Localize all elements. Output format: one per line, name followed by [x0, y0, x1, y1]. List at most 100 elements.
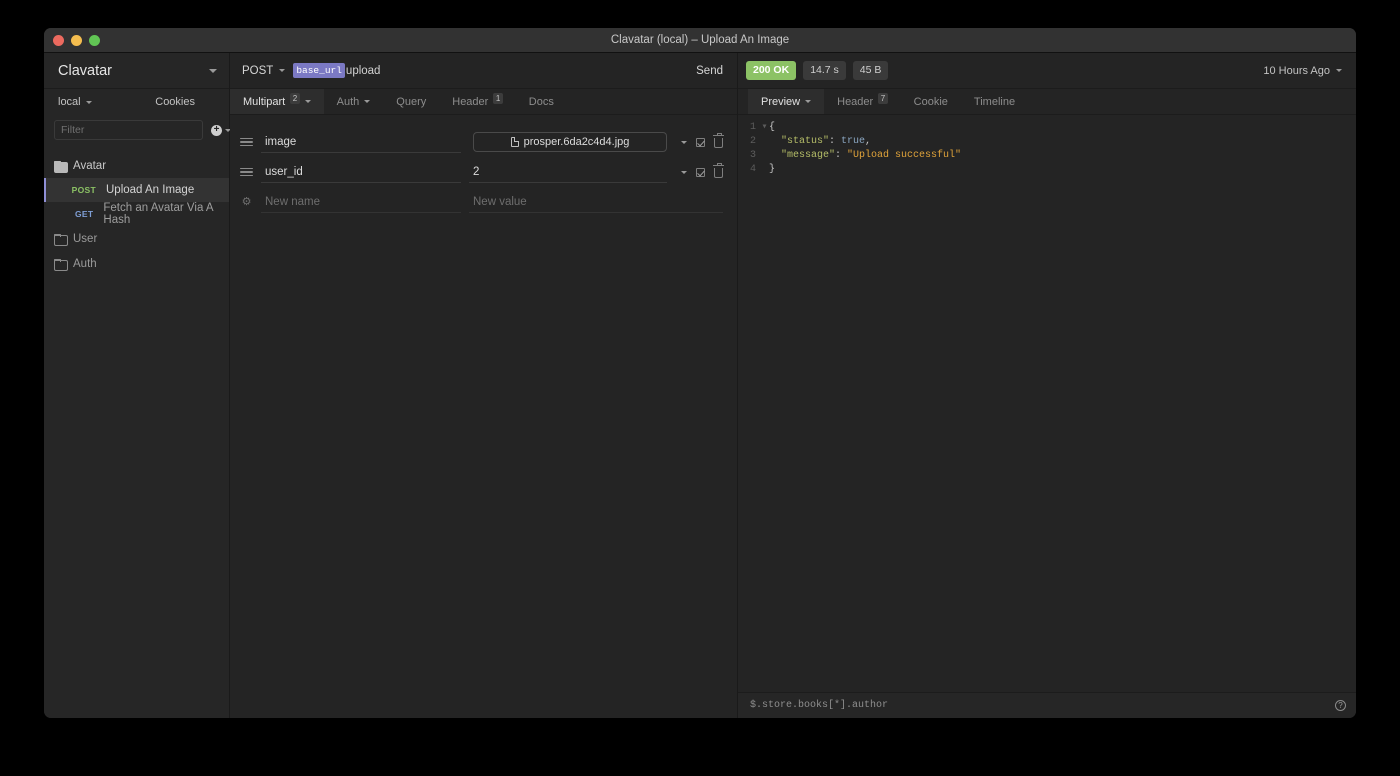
- cookies-button[interactable]: Cookies: [155, 96, 195, 108]
- close-window-button[interactable]: [53, 34, 64, 46]
- row-actions: [675, 163, 724, 178]
- new-param-value-input[interactable]: New value: [469, 191, 723, 213]
- folder-auth[interactable]: Auth: [44, 251, 229, 276]
- response-tabs: Preview Header 7 Cookie Timeline: [738, 89, 1356, 115]
- variable-chip: base_url: [293, 63, 345, 78]
- tab-timeline[interactable]: Timeline: [961, 89, 1028, 114]
- request-label: Upload An Image: [106, 184, 195, 196]
- send-button[interactable]: Send: [696, 65, 723, 77]
- delete-icon[interactable]: [713, 133, 724, 148]
- fold-toggle-icon: [760, 163, 769, 177]
- status-badge[interactable]: 200 OK: [746, 61, 797, 80]
- enable-checkbox[interactable]: [696, 167, 705, 177]
- method-badge: GET: [75, 209, 94, 219]
- request-tabs: Multipart 2 Auth Query Header 1 Docs: [230, 89, 737, 115]
- filter-input[interactable]: [54, 120, 203, 140]
- url-path: upload: [345, 64, 381, 77]
- app-window: Clavatar (local) – Upload An Image Clava…: [44, 28, 1356, 718]
- code-token: }: [769, 164, 776, 175]
- folder-avatar[interactable]: Avatar: [44, 153, 229, 178]
- environment-name[interactable]: local: [58, 96, 81, 108]
- title-bar: Clavatar (local) – Upload An Image: [44, 28, 1356, 53]
- response-history-selector[interactable]: 10 Hours Ago: [1263, 65, 1342, 77]
- param-name-input[interactable]: image: [261, 131, 461, 153]
- param-name-input[interactable]: user_id: [261, 161, 461, 183]
- add-request-button[interactable]: +: [211, 124, 231, 136]
- sidebar-item-fetch-an-avatar-via-a-hash[interactable]: GET Fetch an Avatar Via A Hash: [44, 202, 229, 226]
- file-chip[interactable]: prosper.6da2c4d4.jpg: [473, 132, 667, 152]
- fold-toggle-icon: [760, 135, 769, 149]
- code-token: "message": [769, 150, 836, 161]
- delete-icon[interactable]: [713, 163, 724, 178]
- drag-handle-icon[interactable]: [240, 137, 253, 147]
- param-value-file[interactable]: prosper.6da2c4d4.jpg: [469, 131, 667, 153]
- chevron-down-icon: [279, 69, 286, 72]
- sidebar-item-upload-an-image[interactable]: POST Upload An Image: [44, 178, 229, 202]
- chevron-down-icon: [364, 100, 371, 103]
- help-icon[interactable]: ?: [1335, 700, 1346, 711]
- sidebar: Clavatar local Cookies + Avatar: [44, 53, 231, 718]
- code-line: 4}: [738, 163, 1356, 177]
- enable-checkbox[interactable]: [696, 137, 705, 147]
- fold-toggle-icon: [760, 149, 769, 163]
- main-body: Clavatar local Cookies + Avatar: [44, 53, 1356, 718]
- folder-open-icon: [54, 160, 68, 173]
- jsonpath-input[interactable]: $.store.books[*].author: [750, 700, 1335, 711]
- tab-header[interactable]: Header 1: [439, 89, 516, 114]
- tab-cookie[interactable]: Cookie: [901, 89, 961, 114]
- code-line: 3 "message": "Upload successful": [738, 149, 1356, 163]
- folder-user[interactable]: User: [44, 226, 229, 251]
- code-token: ,: [865, 136, 872, 147]
- tab-label: Timeline: [973, 95, 1016, 108]
- window-title: Clavatar (local) – Upload An Image: [610, 34, 790, 46]
- url-input[interactable]: base_url upload: [293, 63, 380, 78]
- folder-label: User: [73, 232, 98, 245]
- minimize-window-button[interactable]: [71, 34, 82, 46]
- tab-label: Header: [452, 95, 489, 108]
- tab-label: Preview: [761, 95, 801, 108]
- tab-response-header[interactable]: Header 7: [824, 89, 901, 114]
- method-badge: POST: [71, 185, 96, 195]
- multipart-row: image prosper.6da2c4d4.jpg: [240, 127, 724, 157]
- tab-multipart[interactable]: Multipart 2: [230, 89, 324, 114]
- param-value-input[interactable]: 2: [469, 161, 667, 183]
- folder-label: Avatar: [73, 159, 107, 172]
- method-label: POST: [242, 64, 274, 77]
- tab-query[interactable]: Query: [383, 89, 439, 114]
- plus-icon: +: [211, 124, 222, 136]
- chevron-down-icon[interactable]: [681, 140, 687, 144]
- response-time-badge[interactable]: 14.7 s: [803, 61, 846, 80]
- url-bar: POST base_url upload Send: [230, 53, 737, 89]
- fold-toggle-icon[interactable]: ▾: [760, 121, 769, 135]
- method-selector[interactable]: POST: [242, 64, 286, 77]
- code-token: :: [835, 150, 848, 161]
- response-size-badge[interactable]: 45 B: [852, 61, 889, 80]
- zoom-window-button[interactable]: [89, 34, 100, 46]
- new-param-name-input[interactable]: New name: [261, 191, 461, 213]
- workspace-selector[interactable]: Clavatar: [44, 53, 229, 89]
- multipart-rows: image prosper.6da2c4d4.jpg user_id 2 ⚙ N…: [230, 115, 737, 217]
- chevron-down-icon: [209, 68, 217, 73]
- line-number: 1: [749, 122, 756, 133]
- code-line: 1 ▾{: [738, 121, 1356, 135]
- tab-preview[interactable]: Preview: [748, 89, 825, 114]
- chevron-down-icon[interactable]: [85, 100, 92, 104]
- tab-badge: 2: [290, 93, 300, 104]
- tab-label: Auth: [336, 95, 360, 108]
- response-history-label: 10 Hours Ago: [1263, 64, 1330, 77]
- folder-label: Auth: [73, 257, 97, 270]
- response-body-viewer[interactable]: 1 ▾{2 "status": true, 3 "message": "Upload…: [738, 115, 1356, 692]
- workspace-name: Clavatar: [58, 62, 112, 79]
- drag-handle-icon[interactable]: [240, 167, 253, 177]
- gear-icon[interactable]: ⚙: [240, 196, 253, 208]
- tab-badge: 7: [878, 93, 888, 104]
- tab-label: Header: [837, 95, 874, 108]
- chevron-down-icon[interactable]: [681, 170, 687, 174]
- traffic-lights: [44, 34, 100, 46]
- request-label: Fetch an Avatar Via A Hash: [103, 202, 213, 226]
- row-actions: [675, 133, 724, 148]
- folder-closed-icon: [54, 258, 68, 271]
- code-token: "status": [769, 136, 830, 147]
- tab-docs[interactable]: Docs: [516, 89, 567, 114]
- tab-auth[interactable]: Auth: [324, 89, 384, 114]
